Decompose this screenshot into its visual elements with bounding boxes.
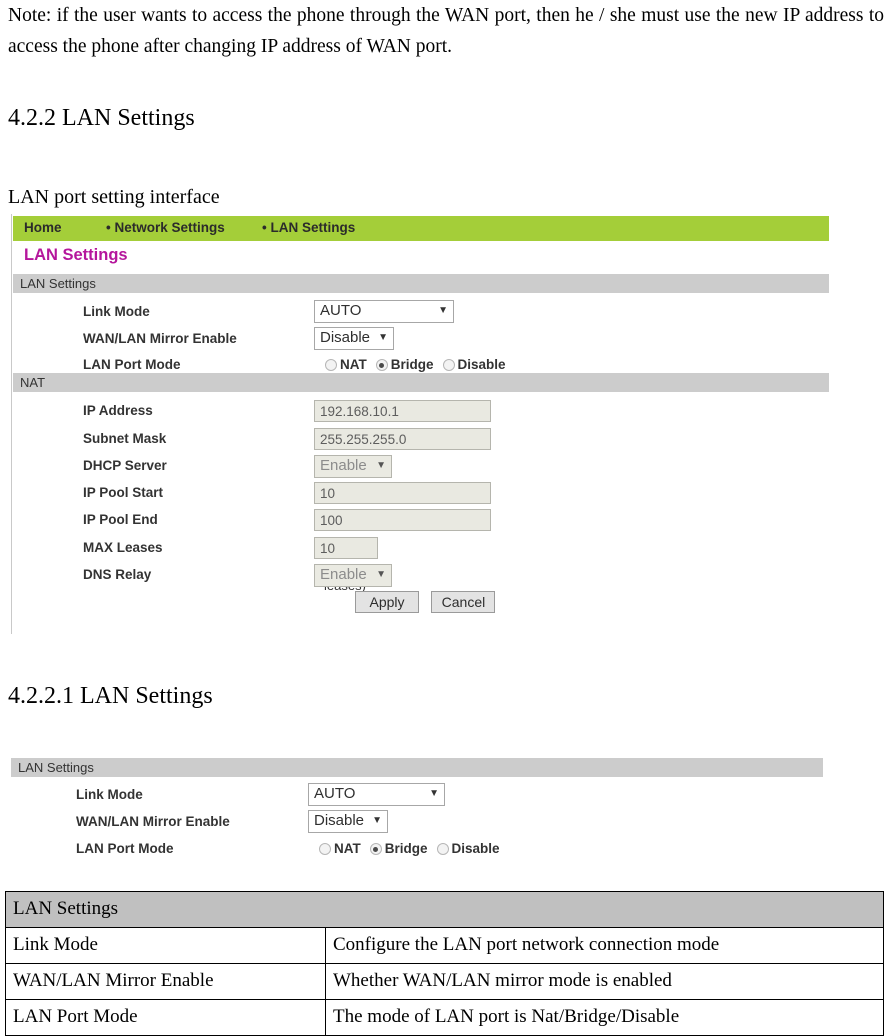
radio-icon [442, 359, 455, 371]
wan-lan-mirror-control: Disable ▼ [308, 810, 388, 833]
ip-pool-start-control: 10 [314, 482, 491, 504]
radio-lan-port-mode-nat[interactable]: NAT [325, 357, 367, 372]
link-mode-value: AUTO [320, 302, 362, 319]
lan-settings-screenshot: Home • Network Settings • LAN Settings L… [11, 214, 830, 634]
table-cell-description: Configure the LAN port network connectio… [325, 927, 884, 964]
wan-lan-mirror-select[interactable]: Disable ▼ [308, 810, 388, 833]
cancel-button[interactable]: Cancel [431, 591, 496, 613]
subsection-title: 4.2.2.1 LAN Settings [8, 683, 213, 709]
wan-lan-mirror-control: Disable ▼ [314, 327, 394, 350]
section-header-lan-settings-basic: LAN Settings [11, 758, 823, 777]
radio-label: NAT [340, 357, 367, 372]
wan-lan-mirror-value: Disable [314, 812, 365, 829]
radio-label: NAT [334, 841, 361, 856]
radio-icon-selected [369, 843, 382, 855]
label-wan-lan-mirror-enable: WAN/LAN Mirror Enable [83, 331, 237, 346]
radio-label: Bridge [384, 841, 428, 856]
ip-pool-start-input[interactable]: 10 [314, 482, 491, 504]
radio-icon [319, 843, 331, 855]
label-link-mode: Link Mode [76, 787, 143, 802]
breadcrumb-network-settings[interactable]: • Network Settings [106, 220, 225, 235]
dns-relay-value: Enable [320, 566, 367, 583]
chevron-down-icon: ▼ [438, 305, 448, 316]
table-row: WAN/LAN Mirror Enable Whether WAN/LAN mi… [5, 963, 884, 1000]
form-actions: Apply Cancel [355, 591, 503, 613]
subnet-mask-control: 255.255.255.0 [314, 428, 491, 450]
label-ip-pool-start: IP Pool Start [83, 485, 164, 500]
chevron-down-icon: ▼ [372, 815, 382, 826]
table-header-row: LAN Settings [5, 891, 884, 928]
radio-lan-port-mode-bridge[interactable]: Bridge [375, 357, 434, 372]
ip-pool-end-control: 100 [314, 509, 491, 531]
label-max-leases: MAX Leases [83, 540, 163, 555]
label-subnet-mask: Subnet Mask [83, 431, 167, 446]
ip-address-input[interactable]: 192.168.10.1 [314, 400, 491, 422]
link-mode-select[interactable]: AUTO ▼ [314, 300, 454, 323]
radio-lan-port-mode-bridge[interactable]: Bridge [369, 841, 428, 856]
table-cell-name: LAN Port Mode [5, 999, 326, 1036]
table-cell-description: Whether WAN/LAN mirror mode is enabled [325, 963, 884, 1000]
ip-address-control: 192.168.10.1 [314, 400, 491, 422]
radio-lan-port-mode-nat[interactable]: NAT [319, 841, 361, 856]
figure-caption-lan-port: LAN port setting interface [8, 186, 220, 208]
section-header-nat: NAT [13, 373, 829, 392]
wan-lan-mirror-select[interactable]: Disable ▼ [314, 327, 394, 350]
radio-label: Disable [457, 357, 506, 372]
label-link-mode: Link Mode [83, 304, 150, 319]
dhcp-server-control: Enable ▼ [314, 455, 392, 478]
note-paragraph: Note: if the user wants to access the ph… [8, 5, 884, 57]
table-row: Link Mode Configure the LAN port network… [5, 927, 884, 964]
chevron-down-icon: ▼ [378, 332, 388, 343]
max-leases-input[interactable]: 10 [314, 537, 378, 559]
label-dns-relay: DNS Relay [83, 567, 152, 582]
breadcrumb-home[interactable]: Home [24, 220, 62, 235]
table-header-cell: LAN Settings [5, 891, 884, 928]
section-header-lan-settings: LAN Settings [13, 274, 829, 293]
link-mode-value: AUTO [314, 785, 356, 802]
dhcp-server-value: Enable [320, 457, 367, 474]
dhcp-server-select[interactable]: Enable ▼ [314, 455, 392, 478]
table-cell-name: WAN/LAN Mirror Enable [5, 963, 326, 1000]
radio-label: Disable [451, 841, 500, 856]
table-row: LAN Port Mode The mode of LAN port is Na… [5, 999, 884, 1036]
panel-title: LAN Settings [24, 246, 128, 264]
lan-port-mode-radio-group: NAT Bridge Disable [319, 841, 509, 856]
label-ip-address: IP Address [83, 403, 153, 418]
link-mode-select[interactable]: AUTO ▼ [308, 783, 445, 806]
subnet-mask-input[interactable]: 255.255.255.0 [314, 428, 491, 450]
lan-settings-basic-screenshot: LAN Settings Link Mode AUTO ▼ WAN/LAN Mi… [11, 758, 823, 868]
link-mode-control: AUTO ▼ [314, 300, 454, 323]
wan-lan-mirror-value: Disable [320, 329, 371, 346]
dns-relay-control: Enable ▼ [314, 564, 392, 587]
breadcrumb: Home • Network Settings • LAN Settings [13, 216, 829, 241]
label-ip-pool-end: IP Pool End [83, 512, 158, 527]
apply-button[interactable]: Apply [355, 591, 419, 613]
radio-icon [325, 359, 337, 371]
radio-label: Bridge [390, 357, 434, 372]
chevron-down-icon: ▼ [376, 460, 386, 471]
label-wan-lan-mirror-enable: WAN/LAN Mirror Enable [76, 814, 230, 829]
breadcrumb-lan-settings[interactable]: • LAN Settings [262, 220, 355, 235]
chevron-down-icon: ▼ [429, 788, 439, 799]
link-mode-control: AUTO ▼ [308, 783, 445, 806]
label-lan-port-mode: LAN Port Mode [83, 357, 181, 372]
radio-lan-port-mode-disable[interactable]: Disable [442, 357, 506, 372]
radio-icon-selected [375, 359, 388, 371]
lan-settings-description-table: LAN Settings Link Mode Configure the LAN… [5, 891, 884, 1036]
ip-pool-end-input[interactable]: 100 [314, 509, 491, 531]
dns-relay-select[interactable]: Enable ▼ [314, 564, 392, 587]
radio-icon [436, 843, 449, 855]
label-dhcp-server: DHCP Server [83, 458, 167, 473]
page-title: 4.2.2 LAN Settings [8, 105, 195, 131]
radio-lan-port-mode-disable[interactable]: Disable [436, 841, 500, 856]
lan-port-mode-radio-group: NAT Bridge Disable [325, 357, 515, 372]
chevron-down-icon: ▼ [376, 569, 386, 580]
table-cell-name: Link Mode [5, 927, 326, 964]
label-lan-port-mode: LAN Port Mode [76, 841, 174, 856]
table-cell-description: The mode of LAN port is Nat/Bridge/Disab… [325, 999, 884, 1036]
